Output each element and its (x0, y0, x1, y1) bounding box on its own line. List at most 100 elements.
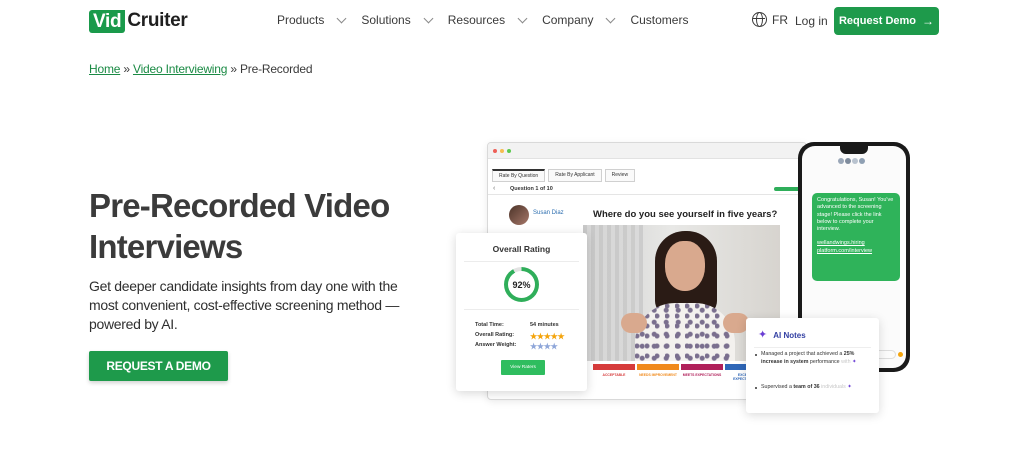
rating-scale: ACCEPTABLE NEEDS IMPROVEMENT MEETS EXPEC… (593, 364, 769, 381)
total-time-value: 54 minutes (530, 322, 559, 328)
ai-notes-header: ✦ AI Notes (758, 330, 806, 341)
login-link[interactable]: Log in (795, 14, 828, 28)
breadcrumb: Home » Video Interviewing » Pre-Recorded (89, 62, 313, 76)
rating-percent: 92% (508, 271, 535, 298)
rating-label: ACCEPTABLE (602, 373, 626, 377)
menu-item-products[interactable]: Products (277, 13, 347, 27)
candidate-face (665, 241, 705, 291)
menu-item-label: Resources (447, 13, 506, 27)
breadcrumb-home[interactable]: Home (89, 62, 120, 76)
globe-icon (752, 12, 767, 27)
logo-wordmark: Cruiter (127, 10, 188, 31)
divider (464, 261, 579, 262)
rating-meets-expectations: MEETS EXPECTATIONS (681, 364, 723, 381)
candidate-hand-left (621, 313, 647, 333)
contact-avatar (838, 158, 844, 164)
rating-progress-ring: 92% (504, 267, 539, 302)
sparkle-icon: ✦ (847, 384, 852, 390)
note-fading-text: with (839, 358, 851, 365)
language-switcher[interactable]: FR (752, 12, 788, 27)
rating-tabs: Rate By Question Rate By Applicant Revie… (492, 169, 638, 182)
candidate-body (635, 303, 735, 361)
breadcrumb-current: Pre-Recorded (240, 62, 313, 76)
chevron-down-icon (423, 13, 434, 23)
breadcrumb-separator: » (123, 62, 130, 76)
overall-rating-row: Overall Rating: ★★★★★ (475, 332, 575, 341)
tab-review: Review (604, 169, 636, 182)
ai-note-item: Supervised a team of 36 individuals ✦ (755, 384, 871, 392)
main-menu: Products Solutions Resources Company Cus… (277, 13, 704, 27)
menu-item-customers[interactable]: Customers (630, 13, 688, 27)
rating-acceptable: ACCEPTABLE (593, 364, 635, 381)
candidate-avatar (509, 205, 529, 225)
request-demo-button[interactable]: Request Demo → (834, 7, 939, 35)
rating-card-title: Overall Rating (492, 244, 551, 254)
rating-bar (637, 364, 679, 370)
rating-label: MEETS EXPECTATIONS (682, 373, 722, 377)
browser-toolbar (488, 143, 806, 159)
interview-question: Where do you see yourself in five years? (593, 209, 778, 220)
overall-rating-card: Overall Rating 92% Total Time: 54 minute… (456, 233, 587, 391)
vidcruiter-logo[interactable]: Vid Cruiter (89, 9, 188, 33)
logo-mark: Vid (89, 9, 126, 33)
question-counter: Question 1 of 10 (510, 186, 553, 192)
star-rating-icon: ★★★★★ (530, 332, 565, 341)
chevron-left-icon: ‹ (493, 185, 496, 192)
contact-avatar (845, 158, 851, 164)
rating-needs-improvement: NEEDS IMPROVEMENT (637, 364, 679, 381)
note-highlight: team of 36 (793, 384, 820, 390)
candidate-name: Susan Diaz (533, 210, 564, 216)
view-raters-button[interactable]: View Raters (501, 360, 545, 375)
note-text: Supervised a (761, 384, 794, 390)
question-bar: ‹ Question 1 of 10 (488, 184, 806, 195)
menu-item-label: Company (542, 13, 594, 27)
maximize-dot-icon (507, 148, 511, 153)
background-blinds (583, 225, 643, 361)
sparkle-icon: ✦ (852, 358, 857, 365)
interview-link[interactable]: wellandwings.hiring platform.com/intervi… (817, 240, 895, 255)
ai-notes-title: AI Notes (773, 331, 806, 340)
breadcrumb-video-interviewing[interactable]: Video Interviewing (133, 62, 227, 76)
menu-item-resources[interactable]: Resources (447, 13, 528, 27)
rating-bar (593, 364, 635, 370)
minimize-dot-icon (500, 148, 504, 153)
note-text: Managed a project that achieved a (761, 351, 844, 357)
contact-avatar (852, 158, 858, 164)
menu-item-label: Customers (630, 13, 689, 27)
menu-item-solutions[interactable]: Solutions (361, 13, 434, 27)
tab-rate-by-applicant: Rate By Applicant (548, 169, 602, 182)
note-text: performance (808, 358, 840, 365)
menu-item-label: Solutions (361, 13, 411, 27)
ai-note-item: Managed a project that achieved a 25% in… (755, 351, 871, 366)
tab-rate-by-question: Rate By Question (492, 169, 546, 182)
hero-subtitle: Get deeper candidate insights from day o… (89, 278, 400, 332)
total-time-row: Total Time: 54 minutes (475, 322, 575, 328)
arrow-right-icon: → (922, 14, 935, 28)
breadcrumb-separator: » (230, 62, 237, 76)
phone-notch (840, 146, 868, 154)
close-dot-icon (493, 148, 497, 153)
divider (754, 347, 871, 348)
menu-item-label: Products (277, 13, 325, 27)
rating-label: NEEDS IMPROVEMENT (639, 373, 677, 377)
request-demo-label: Request Demo (838, 15, 917, 27)
total-time-label: Total Time: (475, 322, 504, 328)
chevron-down-icon (336, 13, 347, 23)
chevron-down-icon (606, 13, 616, 23)
answer-weight-row: Answer Weight: ★★★★ (475, 342, 575, 351)
rating-bar (681, 364, 723, 370)
sms-message-text: Congratulations, Susan! You've advanced … (817, 197, 894, 233)
contact-avatar (859, 158, 865, 164)
answer-weight-label: Answer Weight: (475, 342, 517, 348)
sparkle-icon: ✦ (758, 329, 768, 341)
request-a-demo-button[interactable]: REQUEST A DEMO (89, 351, 228, 381)
top-nav: Vid Cruiter Products Solutions Resources… (0, 0, 1024, 42)
weight-star-icon: ★★★★ (530, 342, 558, 351)
note-fading-text: individuals (821, 384, 846, 390)
chat-contacts (838, 158, 866, 164)
overall-rating-label: Overall Rating: (475, 332, 515, 338)
sms-message-bubble: Congratulations, Susan! You've advanced … (812, 193, 900, 281)
emoji-icon (898, 352, 903, 357)
menu-item-company[interactable]: Company (542, 13, 616, 27)
ai-notes-card: ✦ AI Notes Managed a project that achiev… (746, 318, 879, 413)
